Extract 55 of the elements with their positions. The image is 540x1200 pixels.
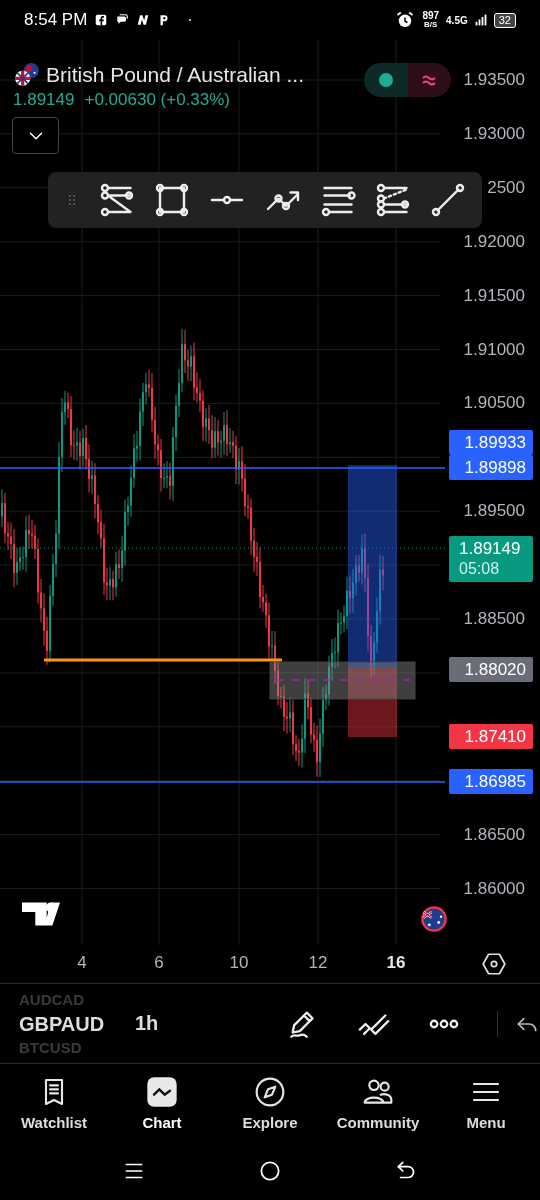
long-position-drawing[interactable] (348, 465, 397, 737)
price-change: +0.00630 (+0.33%) (84, 90, 230, 110)
network-speed: 897 (422, 11, 440, 20)
interval-button[interactable]: 1h (129, 1008, 165, 1039)
dashed-lines-icon[interactable] (375, 182, 412, 218)
undo-icon[interactable] (497, 1010, 540, 1037)
currency-flags-icon (12, 62, 42, 88)
price-axis-label: 1.93000 (463, 122, 525, 145)
price-axis-label: 1.88500 (463, 608, 525, 630)
settings-icon[interactable] (481, 951, 507, 977)
price-axis-label: 2500 (487, 176, 525, 199)
alarm-clock-icon (395, 10, 416, 30)
nav-tab[interactable]: Watchlist (4, 1075, 104, 1131)
speed-unit: B/S (424, 20, 438, 29)
line-chart-icon (146, 1075, 178, 1108)
price-range-drawing[interactable] (269, 661, 416, 700)
compass-icon (254, 1075, 286, 1108)
price-tag: 1.87410 (449, 724, 533, 749)
price-tag: 1.89933 (449, 430, 533, 455)
nav-tab[interactable]: Menu (436, 1075, 536, 1131)
price-axis-label: 1.93500 (463, 69, 525, 91)
nav-tab[interactable]: Explore (220, 1075, 320, 1131)
price-axis-label: 1.89500 (463, 500, 525, 523)
price-axis-label: 1.91000 (463, 338, 525, 361)
price-tag: 1.88020 (449, 657, 533, 682)
battery-indicator: 32 (493, 12, 516, 28)
last-price: 1.89149 (13, 90, 75, 110)
slanted-letter-icon (136, 13, 151, 27)
time-axis-label: 10 (228, 953, 250, 973)
symbol-title[interactable]: British Pound / Australian ... (46, 63, 304, 87)
flag-icon[interactable] (420, 905, 448, 933)
market-status-toggle[interactable] (364, 63, 451, 97)
nav-tab[interactable]: Chart (112, 1075, 212, 1131)
rectangle-icon[interactable] (154, 182, 191, 218)
price-axis-label: 1.90500 (463, 392, 525, 415)
signal-bars-icon (474, 13, 487, 27)
square-app-icon (94, 13, 109, 27)
time-axis-label: 16 (385, 953, 407, 973)
time-axis-label: 4 (76, 953, 88, 973)
price-axis-label: 1.86500 (463, 823, 525, 846)
nav-tab[interactable]: Community (328, 1075, 428, 1131)
price-tag: 1.89898 (449, 455, 533, 480)
price-tag: 1.89149 05:08 (449, 536, 533, 582)
price-axis-label: 1.91500 (463, 284, 525, 307)
trend-line-icon[interactable] (430, 182, 467, 218)
price-axis-label: 1.92000 (463, 230, 525, 253)
time-axis-label: 12 (307, 953, 329, 973)
time-axis-label: 6 (153, 953, 165, 973)
price-tag: 1.86985 (449, 769, 533, 794)
lines-with-nodes-icon[interactable] (98, 182, 135, 218)
price-axis-label: 1.86000 (463, 877, 525, 900)
horizontal-ray[interactable] (44, 658, 282, 662)
status-time: 8:54 PM (24, 10, 88, 30)
network-type: 4.5G (446, 14, 468, 26)
symbol-item[interactable]: GBPAUD (19, 1008, 129, 1039)
